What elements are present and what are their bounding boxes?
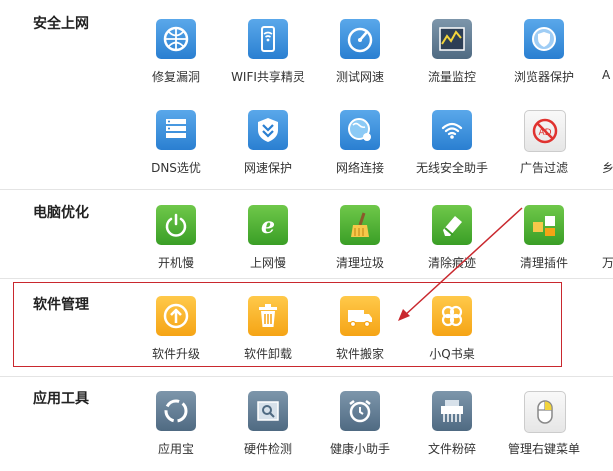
tile-label: 清理插件 — [519, 256, 568, 270]
traffic-chart-icon — [432, 19, 472, 59]
tile-label: WIFI共享精灵 — [231, 70, 305, 84]
tile-label: 清除痕迹 — [427, 256, 476, 270]
tile-software-move[interactable]: 软件搬家 — [314, 296, 406, 376]
tile-browser-protect[interactable]: 浏览器保护 — [498, 19, 590, 99]
tile-slow-internet[interactable]: e 上网慢 — [222, 205, 314, 285]
mouse-icon — [524, 391, 566, 433]
tile-label: 开机慢 — [157, 256, 194, 270]
section-title-optimize: 电脑优化 — [33, 205, 89, 221]
tile-label: 浏览器保护 — [513, 70, 574, 84]
tile-wireless-security[interactable]: 无线安全助手 — [406, 110, 498, 190]
tile-cut-off[interactable]: 乡 — [594, 110, 613, 190]
tile-speed-test[interactable]: 测试网速 — [314, 19, 406, 99]
tile-label: 修复漏洞 — [151, 70, 200, 84]
section-title-security: 安全上网 — [33, 16, 89, 32]
tile-label: 流量监控 — [427, 70, 476, 84]
hardware-check-icon — [248, 391, 288, 431]
browser-shield-icon — [524, 19, 564, 59]
svg-text:e: e — [261, 213, 275, 239]
tile-ad-filter[interactable]: AD 广告过滤 — [498, 110, 590, 190]
speed-shield-icon — [248, 110, 288, 150]
trash-icon — [248, 296, 288, 336]
speedometer-icon — [340, 19, 380, 59]
tile-app-store[interactable]: 应用宝 — [130, 391, 222, 471]
tile-label: 软件搬家 — [335, 347, 384, 361]
tile-dns-optimize[interactable]: DNS选优 — [130, 110, 222, 190]
ad-block-icon: AD — [524, 110, 566, 152]
tile-label: 网速保护 — [243, 161, 292, 175]
dns-server-icon — [156, 110, 196, 150]
tile-q-desk[interactable]: 小Q书桌 — [406, 296, 498, 376]
tile-software-uninstall[interactable]: 软件卸载 — [222, 296, 314, 376]
tile-file-shredder[interactable]: 文件粉碎 — [406, 391, 498, 471]
ie-browser-icon: e — [248, 205, 288, 245]
tile-clear-traces[interactable]: 清除痕迹 — [406, 205, 498, 285]
tile-fix-vulnerability[interactable]: 修复漏洞 — [130, 19, 222, 99]
tile-speed-protect[interactable]: 网速保护 — [222, 110, 314, 190]
section-divider — [0, 278, 613, 279]
tile-label: 广告过滤 — [519, 161, 568, 175]
network-globe-icon — [340, 110, 380, 150]
tile-label: 文件粉碎 — [427, 442, 476, 456]
upgrade-arrow-icon — [156, 296, 196, 336]
tile-label: 网络连接 — [335, 161, 384, 175]
tile-label: 乡 — [602, 161, 613, 175]
tile-label: 测试网速 — [335, 70, 384, 84]
tile-label: 软件卸载 — [243, 347, 292, 361]
alarm-clock-icon — [340, 391, 380, 431]
tile-right-click-menu[interactable]: 管理右键菜单 — [498, 391, 590, 471]
tile-label: 应用宝 — [157, 442, 194, 456]
tile-label: 无线安全助手 — [415, 161, 488, 175]
tile-health-helper[interactable]: 健康小助手 — [314, 391, 406, 471]
shredder-icon — [432, 391, 472, 431]
tile-software-upgrade[interactable]: 软件升级 — [130, 296, 222, 376]
section-divider — [0, 189, 613, 190]
moving-truck-icon — [340, 296, 380, 336]
svg-text:AD: AD — [538, 128, 551, 138]
app-store-icon — [156, 391, 196, 431]
tile-clean-plugins[interactable]: 清理插件 — [498, 205, 590, 285]
tile-label: 清理垃圾 — [335, 256, 384, 270]
tile-label: 健康小助手 — [329, 442, 390, 456]
tile-label: DNS选优 — [151, 161, 201, 175]
tile-label: 上网慢 — [249, 256, 286, 270]
tile-clean-junk[interactable]: 清理垃圾 — [314, 205, 406, 285]
shield-globe-icon — [156, 19, 196, 59]
tile-cut-off[interactable]: 万 — [594, 205, 613, 285]
wifi-share-icon — [248, 19, 288, 59]
section-title-tools: 应用工具 — [33, 391, 89, 407]
tile-wifi-share[interactable]: WIFI共享精灵 — [222, 19, 314, 99]
section-title-software: 软件管理 — [33, 297, 89, 313]
tile-label: 软件升级 — [151, 347, 200, 361]
clover-icon — [432, 296, 472, 336]
power-icon — [156, 205, 196, 245]
tile-label: 万 — [602, 256, 613, 270]
tile-network-connect[interactable]: 网络连接 — [314, 110, 406, 190]
tile-hardware-check[interactable]: 硬件检测 — [222, 391, 314, 471]
tile-traffic-monitor[interactable]: 流量监控 — [406, 19, 498, 99]
wifi-shield-icon — [432, 110, 472, 150]
tile-slow-boot[interactable]: 开机慢 — [130, 205, 222, 285]
broom-icon — [340, 205, 380, 245]
puzzle-icon — [524, 205, 564, 245]
section-divider — [0, 376, 613, 377]
tile-label: A — [602, 68, 611, 82]
tile-label: 管理右键菜单 — [507, 442, 580, 456]
tile-label: 硬件检测 — [243, 442, 292, 456]
tile-cut-off[interactable]: A — [594, 19, 613, 99]
eraser-icon — [432, 205, 472, 245]
tile-label: 小Q书桌 — [429, 347, 475, 361]
